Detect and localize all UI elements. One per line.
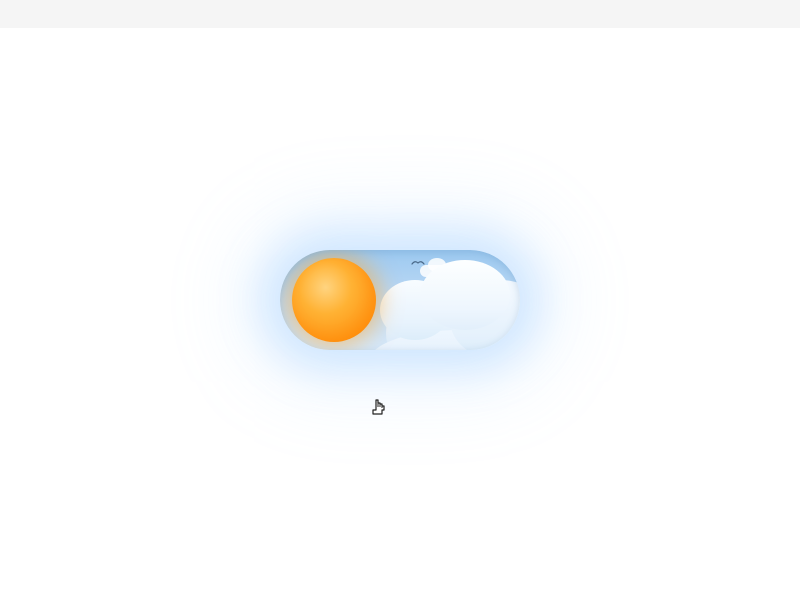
- sun-icon: [292, 258, 376, 342]
- theme-toggle-container: [280, 250, 520, 350]
- window-chrome-bar: [0, 0, 800, 28]
- cursor-pointer-icon: [370, 398, 388, 423]
- theme-toggle[interactable]: [280, 250, 520, 350]
- bird-icon: [411, 260, 425, 266]
- cloud-large-icon: [370, 270, 520, 350]
